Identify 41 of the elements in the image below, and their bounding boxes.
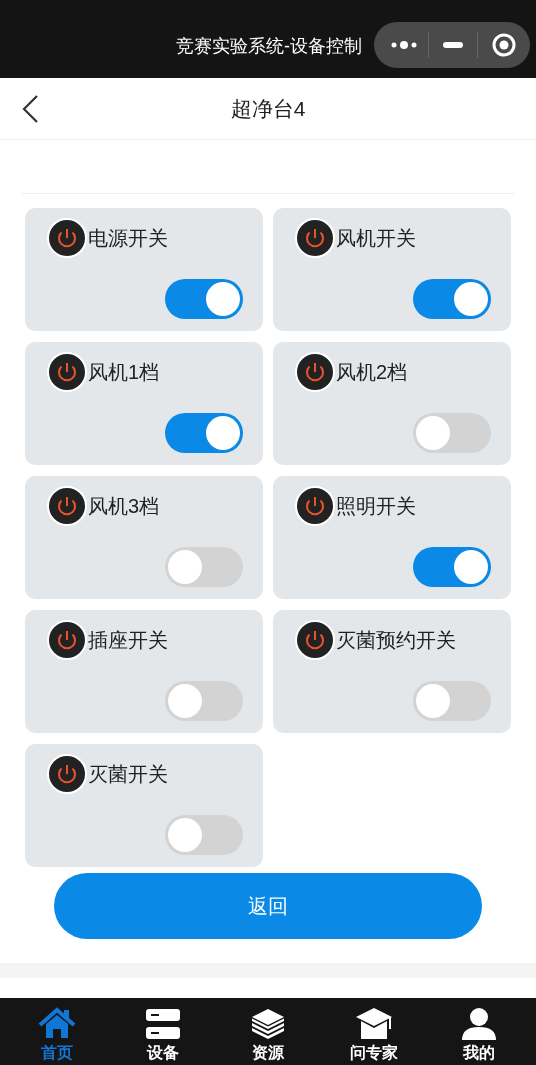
nav-tab[interactable]: 资源 — [233, 998, 303, 1065]
toggle-switch[interactable] — [165, 279, 243, 319]
switch-label: 插座开关 — [88, 628, 168, 653]
power-icon — [295, 218, 335, 258]
switch-label: 灭菌预约开关 — [336, 628, 456, 653]
toggle-switch[interactable] — [413, 279, 491, 319]
back-icon[interactable] — [21, 94, 39, 124]
page-title: 超净台4 — [230, 95, 306, 122]
power-icon — [47, 754, 87, 794]
toggle-switch[interactable] — [165, 413, 243, 453]
power-icon — [295, 620, 335, 660]
more-icon[interactable] — [390, 39, 418, 51]
toggle-switch[interactable] — [165, 815, 243, 855]
nav-tab[interactable]: 首页 — [22, 998, 92, 1065]
toggle-switch[interactable] — [413, 413, 491, 453]
capsule-menu[interactable] — [374, 22, 530, 68]
user-icon — [459, 1005, 499, 1043]
toggle-switch[interactable] — [413, 681, 491, 721]
window-title: 竞赛实验系统-设备控制 — [176, 35, 362, 58]
nav-tab[interactable]: 问专家 — [338, 998, 409, 1065]
back-button[interactable]: 返回 — [54, 873, 482, 939]
toggle-switch[interactable] — [413, 547, 491, 587]
switch-label: 风机2档 — [336, 360, 408, 385]
switch-label: 风机1档 — [88, 360, 160, 385]
power-icon — [47, 352, 87, 392]
switch-label: 风机开关 — [336, 226, 416, 251]
switch-label: 照明开关 — [336, 494, 416, 519]
power-icon — [47, 218, 87, 258]
power-icon — [47, 620, 87, 660]
power-icon — [295, 486, 335, 526]
power-icon — [295, 352, 335, 392]
close-icon[interactable] — [492, 33, 516, 57]
toggle-switch[interactable] — [165, 681, 243, 721]
nav-tab[interactable]: 我的 — [444, 998, 514, 1065]
minimize-icon[interactable] — [443, 42, 463, 48]
nav-tab[interactable]: 设备 — [127, 998, 198, 1065]
switch-label: 风机3档 — [88, 494, 160, 519]
switch-label: 灭菌开关 — [88, 762, 168, 787]
power-icon — [47, 486, 87, 526]
toggle-switch[interactable] — [165, 547, 243, 587]
switch-label: 电源开关 — [88, 226, 168, 251]
